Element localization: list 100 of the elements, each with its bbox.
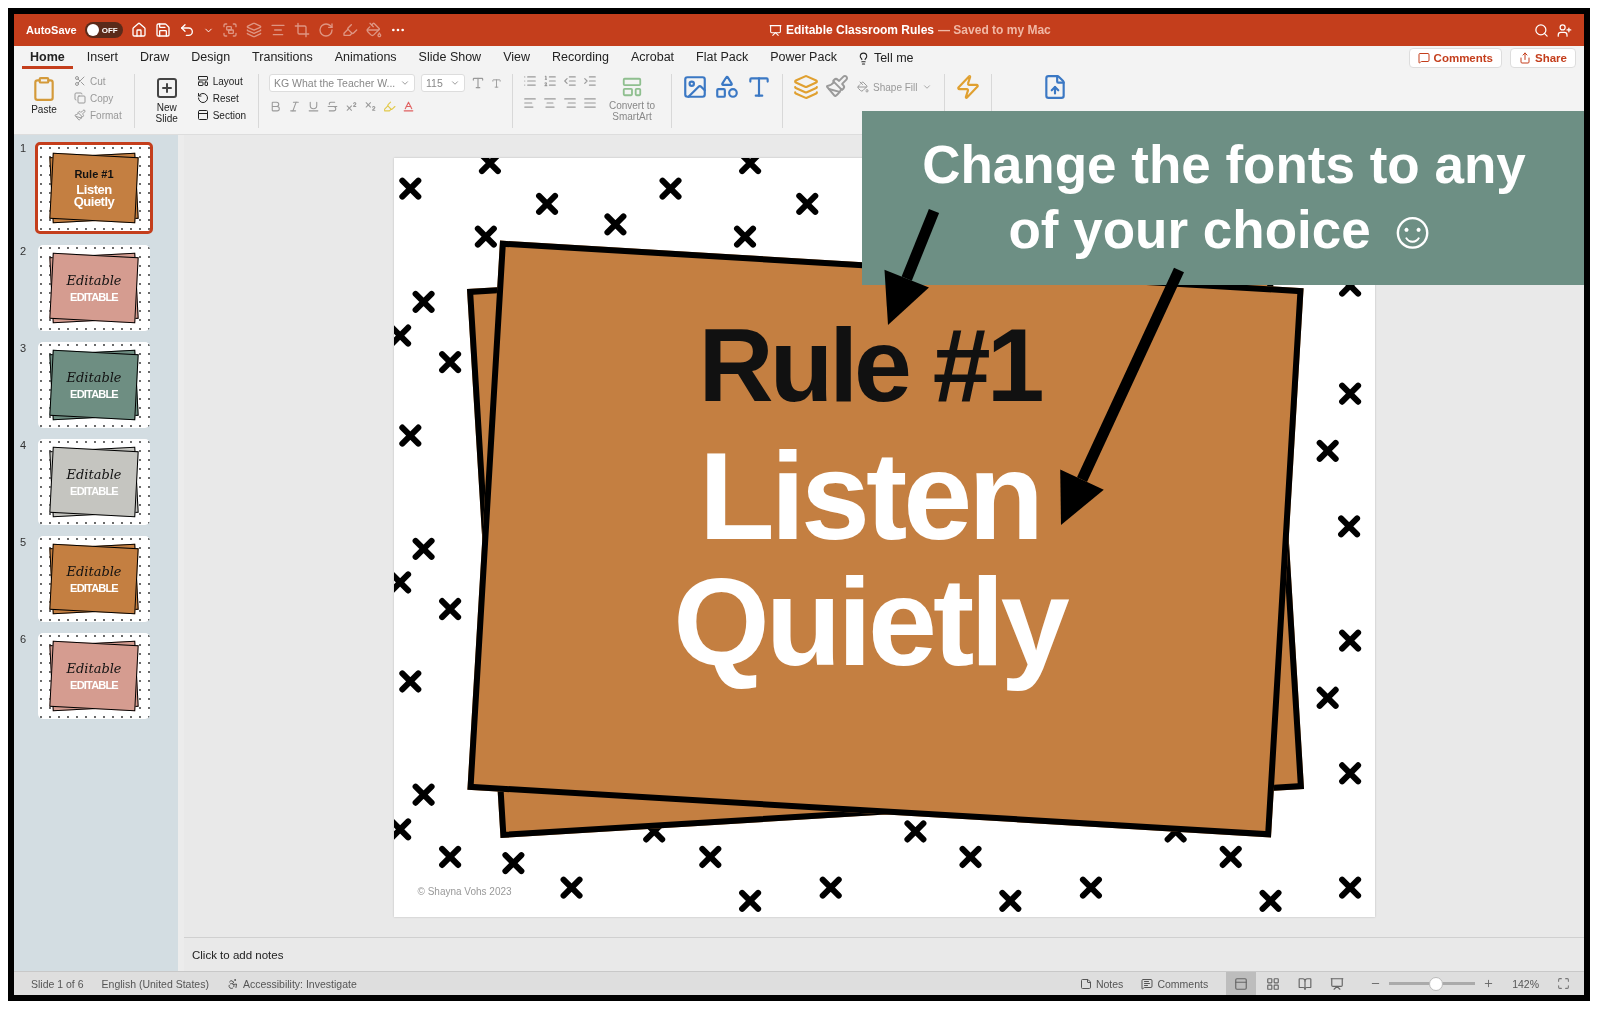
thumbnail-title: Editable — [66, 467, 122, 483]
ribbon-tab[interactable]: Power Pack — [762, 47, 845, 69]
notes-icon — [1079, 977, 1092, 990]
lightning-icon[interactable] — [954, 74, 981, 100]
shrink-font-icon[interactable] — [491, 77, 503, 89]
ribbon-tab[interactable]: Transitions — [244, 47, 321, 69]
thumbnail-text: EDITABLE — [70, 389, 118, 400]
save-icon[interactable] — [154, 22, 171, 38]
caret-icon — [400, 78, 411, 88]
bold-icon[interactable] — [269, 100, 283, 113]
thumbnail-title: Editable — [66, 273, 122, 289]
notes-button[interactable]: Notes — [1079, 977, 1124, 990]
paint-bucket-icon[interactable] — [365, 22, 382, 38]
highlighter-icon[interactable] — [341, 22, 358, 38]
reset-icon — [196, 92, 209, 104]
normal-view-icon — [1234, 976, 1249, 991]
ribbon-tab[interactable]: Acrobat — [623, 47, 683, 69]
font-size-field[interactable]: 115 — [421, 74, 466, 92]
bullets-icon[interactable] — [523, 74, 538, 88]
ribbon-tab[interactable]: Draw — [132, 47, 178, 69]
align-center-icon[interactable] — [543, 96, 558, 110]
thumbnail-text: Listen Quietly — [73, 183, 115, 209]
undo-icon[interactable] — [178, 22, 195, 38]
fit-icon[interactable] — [1557, 977, 1570, 990]
search-icon[interactable] — [1534, 22, 1549, 38]
share-button[interactable]: Share — [1510, 48, 1576, 68]
comments-button[interactable]: Comments — [1408, 48, 1503, 68]
autosave-toggle[interactable]: OFF — [84, 22, 123, 38]
save-status: — Saved to my Mac — [938, 23, 1051, 37]
ribbon-tab[interactable]: Recording — [544, 47, 617, 69]
slide-thumbnail[interactable]: Rule #1 Listen Quietly — [35, 142, 153, 234]
rule-text: Listen Quietly — [672, 433, 1068, 694]
outdent-icon[interactable] — [563, 74, 578, 88]
highlighter-icon[interactable] — [383, 100, 397, 113]
ribbon-tab[interactable]: Design — [183, 47, 239, 69]
zoom-percent[interactable]: 142% — [1512, 977, 1539, 990]
rule-title: Rule #1 — [698, 306, 1041, 425]
indent-icon[interactable] — [583, 74, 598, 88]
crop-icon[interactable] — [293, 22, 310, 38]
view-button[interactable] — [1226, 972, 1257, 995]
new-slide-icon — [154, 76, 179, 100]
clipboard-icon — [31, 76, 57, 102]
share-person-icon[interactable] — [1557, 22, 1572, 38]
slide-number: 5 — [20, 536, 28, 548]
numbering-icon[interactable] — [543, 74, 558, 88]
share-icon — [1519, 52, 1532, 64]
align-left-icon[interactable] — [523, 96, 538, 110]
thumbnail-title: Rule #1 — [74, 167, 114, 180]
slide-thumbnail[interactable]: Editable EDITABLE — [38, 245, 150, 331]
font-color-icon[interactable] — [402, 100, 416, 113]
align-right-icon[interactable] — [563, 96, 578, 110]
accessibility-button[interactable]: Accessibility: Investigate — [226, 977, 357, 990]
superscript-icon[interactable] — [345, 100, 359, 113]
book-icon — [1298, 976, 1313, 991]
justify-icon[interactable] — [583, 96, 598, 110]
ribbon-tab[interactable]: Slide Show — [410, 47, 490, 69]
new-slide-button[interactable]: New Slide — [144, 74, 189, 126]
comments-status-button[interactable]: Comments — [1141, 977, 1209, 990]
ribbon-tab[interactable]: Insert — [78, 47, 126, 69]
layout-button[interactable]: Layout — [194, 74, 249, 88]
slide-counter: Slide 1 of 6 — [31, 977, 84, 990]
subscript-icon[interactable] — [364, 100, 378, 113]
zoom-slider-thumb[interactable] — [1429, 976, 1444, 991]
paint-bucket-icon — [857, 81, 870, 93]
align-icon[interactable] — [269, 22, 286, 38]
ribbon-tab[interactable]: Animations — [326, 47, 405, 69]
thumbnail-title: Editable — [66, 564, 122, 580]
picture-icon[interactable] — [682, 74, 709, 100]
language-label[interactable]: English (United States) — [101, 977, 209, 990]
italic-icon[interactable] — [288, 100, 302, 113]
document-icon — [769, 23, 782, 37]
font-name-field[interactable]: KG What the Teacher W... — [269, 74, 416, 92]
tell-me-button[interactable]: Tell me — [850, 50, 920, 66]
grow-font-icon[interactable] — [471, 76, 486, 90]
zoom-in-icon[interactable] — [1483, 978, 1495, 989]
slide-thumbnail[interactable]: Editable EDITABLE — [38, 633, 150, 719]
reset-button[interactable]: Reset — [194, 91, 249, 105]
home-icon[interactable] — [130, 22, 147, 38]
rotate-icon[interactable] — [317, 22, 334, 38]
group-icon[interactable] — [221, 22, 238, 38]
underline-icon[interactable] — [307, 100, 321, 113]
arrange-icon[interactable] — [793, 74, 820, 100]
layers-icon[interactable] — [245, 22, 262, 38]
shapes-icon[interactable] — [714, 74, 741, 100]
comment-icon — [1417, 52, 1430, 64]
slide-number: 6 — [20, 633, 28, 645]
slide-thumbnail[interactable]: Editable EDITABLE — [38, 536, 150, 622]
copy-icon — [74, 92, 86, 104]
slide-thumbnail[interactable]: Editable EDITABLE — [38, 342, 150, 428]
paintbrush-icon — [74, 109, 86, 121]
slide-number: 2 — [20, 245, 28, 257]
slide-thumbnail[interactable]: Editable EDITABLE — [38, 439, 150, 525]
ribbon-tab[interactable]: Flat Pack — [688, 47, 757, 69]
paste-button[interactable]: Paste — [22, 74, 66, 117]
section-button[interactable]: Section — [194, 108, 249, 122]
notes-placeholder[interactable]: Click to add notes — [184, 938, 1584, 971]
strikethrough-icon[interactable] — [326, 100, 340, 113]
thumbnail-text: EDITABLE — [70, 680, 118, 691]
ribbon-tab[interactable]: View — [495, 47, 539, 69]
autosave-label: AutoSave — [26, 24, 77, 36]
